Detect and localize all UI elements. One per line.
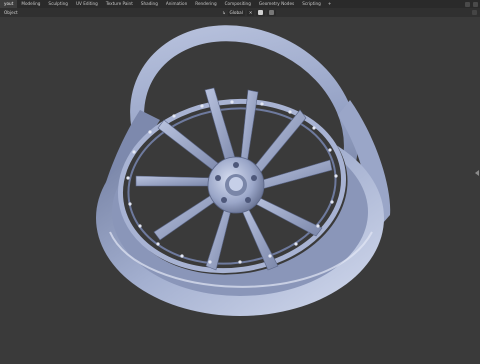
rim-bolt: [208, 260, 212, 264]
rim-bolt: [200, 104, 204, 108]
top-right-controls: [465, 0, 478, 8]
lug-hole: [233, 162, 239, 168]
scene-icon[interactable]: [465, 1, 470, 7]
rim-bolt: [138, 224, 142, 228]
rim-bolt: [288, 110, 292, 114]
tab-compositing[interactable]: Compositing: [221, 0, 255, 8]
spoke: [135, 175, 215, 187]
orientation-label: Global: [229, 10, 243, 15]
rim-bolt: [180, 254, 184, 258]
rim-bolt: [172, 114, 176, 118]
rim-bolt: [316, 224, 320, 228]
view-layer-icon[interactable]: [473, 1, 478, 7]
overlays-icon[interactable]: [472, 10, 477, 15]
tab-animation[interactable]: Animation: [162, 0, 191, 8]
rim-bolt: [132, 150, 136, 154]
snap-icon: [258, 10, 264, 15]
rim-bolt: [334, 174, 338, 178]
rim-bolt: [230, 100, 234, 104]
tab-scripting[interactable]: Scripting: [298, 0, 325, 8]
tab-uv-editing[interactable]: UV Editing: [72, 0, 102, 8]
rim-bolt: [268, 254, 272, 258]
pivot-dropdown[interactable]: ✕: [246, 9, 255, 16]
viewport-header-right: [472, 8, 477, 17]
rim-bolt: [294, 242, 298, 246]
proportional-edit-toggle[interactable]: [267, 9, 277, 16]
rim-bolt: [126, 176, 130, 180]
rim-bolt: [128, 202, 132, 206]
rim-bolt: [156, 242, 160, 246]
rim-bolt: [328, 148, 332, 152]
tab-rendering[interactable]: Rendering: [191, 0, 220, 8]
center-bore-inner: [229, 177, 243, 191]
add-workspace-button[interactable]: +: [325, 0, 335, 8]
tab-texture-paint[interactable]: Texture Paint: [102, 0, 137, 8]
transform-tools: ↳ Global ✕: [222, 8, 277, 17]
snap-toggle[interactable]: [256, 9, 266, 16]
lug-hole: [221, 197, 227, 203]
rim-bolt: [330, 200, 334, 204]
rim-bolt: [260, 102, 264, 106]
sidebar-toggle-arrow[interactable]: [475, 170, 479, 176]
tab-shading[interactable]: Shading: [137, 0, 162, 8]
rim-bolt: [148, 130, 152, 134]
workspace-tab-bar: yout Modeling Sculpting UV Editing Textu…: [0, 0, 480, 8]
proportional-icon: [269, 10, 275, 15]
lug-hole: [215, 175, 221, 181]
tab-modeling[interactable]: Modeling: [17, 0, 44, 8]
transform-icon[interactable]: ↳: [222, 10, 226, 15]
lug-hole: [245, 197, 251, 203]
rim-bolt: [238, 260, 242, 264]
transform-orientation-dropdown[interactable]: Global: [227, 9, 245, 16]
pivot-icon: ✕: [248, 10, 253, 15]
wheel-render: [96, 25, 391, 316]
3d-viewport[interactable]: [0, 17, 480, 360]
tab-sculpting[interactable]: Sculpting: [44, 0, 72, 8]
object-mode-dropdown[interactable]: Object: [0, 8, 22, 17]
lug-hole: [251, 175, 257, 181]
tab-geometry-nodes[interactable]: Geometry Nodes: [255, 0, 298, 8]
rim-bolt: [312, 126, 316, 130]
tab-layout[interactable]: yout: [0, 0, 18, 8]
